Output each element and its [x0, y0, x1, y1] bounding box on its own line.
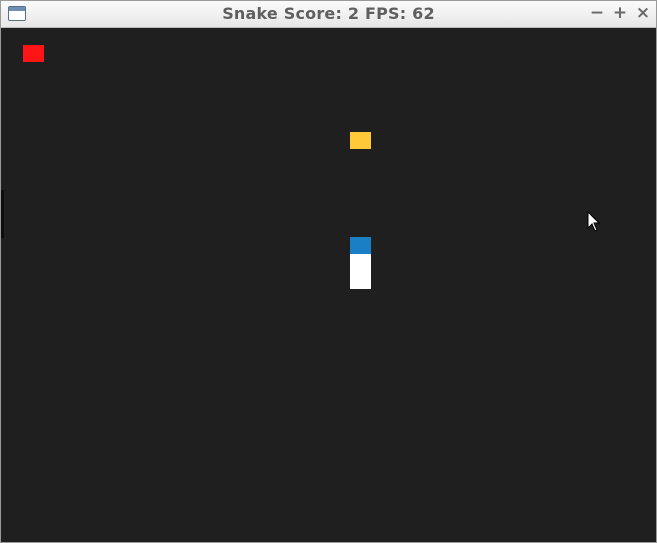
- window-title: Snake Score: 2 FPS: 62: [222, 4, 435, 23]
- snake-head: [350, 237, 371, 254]
- food-yellow-cell: [350, 132, 371, 149]
- snake-window: Snake Score: 2 FPS: 62 − + ×: [0, 0, 657, 543]
- game-canvas[interactable]: [1, 28, 656, 542]
- food-red-cell: [23, 45, 44, 62]
- window-edge-shadow: [1, 190, 4, 238]
- title-bar[interactable]: Snake Score: 2 FPS: 62 − + ×: [1, 1, 656, 28]
- maximize-button[interactable]: +: [610, 2, 630, 24]
- snake-body: [350, 254, 371, 289]
- close-button[interactable]: ×: [633, 2, 653, 24]
- minimize-button[interactable]: −: [587, 2, 607, 24]
- arrow-pointer-icon: [587, 211, 601, 232]
